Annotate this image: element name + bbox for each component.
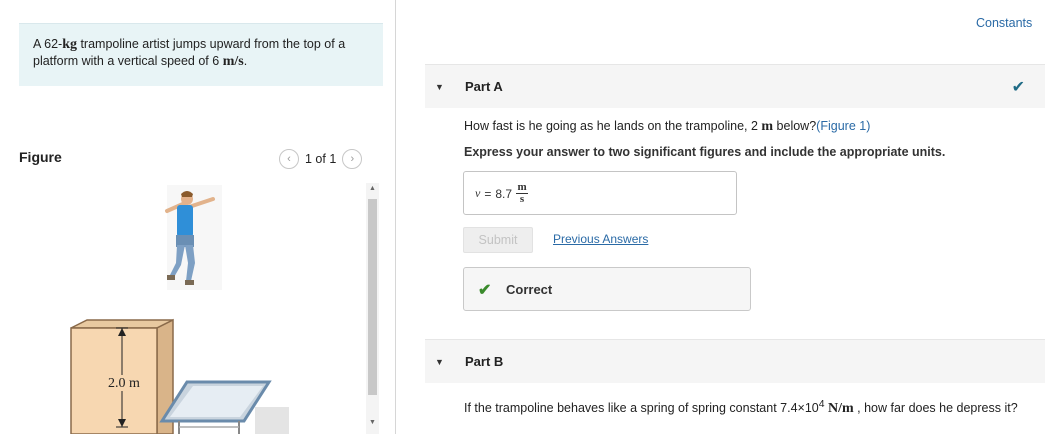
part-b-text-pre: If the trampoline behaves like a spring … xyxy=(464,401,819,416)
unit-numerator: m xyxy=(517,181,527,193)
pager-text: 1 of 1 xyxy=(305,152,337,166)
answer-field[interactable]: v = 8.7 m s xyxy=(463,171,737,215)
answer-unit: m s xyxy=(516,181,529,205)
previous-answers-link[interactable]: Previous Answers xyxy=(553,232,648,246)
figure-scrollbar[interactable]: ▲ ▼ xyxy=(366,183,379,434)
checkmark-icon: ✔ xyxy=(1011,79,1025,96)
part-b-unit: N/m xyxy=(828,401,854,417)
result-feedback: ✔ Correct xyxy=(463,267,751,311)
constants-link[interactable]: Constants xyxy=(976,16,1032,30)
submit-button[interactable]: Submit xyxy=(463,227,533,253)
answer-equals: = xyxy=(484,186,492,201)
part-a-question: How fast is he going as he lands on the … xyxy=(464,119,870,135)
panel-divider xyxy=(395,0,396,434)
part-b-text-post: , how far does he depress it? xyxy=(853,401,1018,416)
unit-denominator: s xyxy=(519,193,525,205)
chevron-left-icon: ‹ xyxy=(287,153,291,165)
problem-statement: A 62-kg trampoline artist jumps upward f… xyxy=(19,23,383,86)
jumper-figure xyxy=(165,185,222,290)
chevron-right-icon: › xyxy=(350,153,355,165)
figure-image: 2.0 m xyxy=(19,185,365,434)
part-a-header[interactable]: ▼ Part A ✔ xyxy=(425,64,1045,108)
part-b-header[interactable]: ▼ Part B xyxy=(425,339,1045,383)
answer-variable: v xyxy=(475,186,481,200)
problem-text-post: . xyxy=(243,54,248,68)
mass-unit: kg xyxy=(62,37,77,52)
part-a-title: Part A xyxy=(465,79,503,94)
speed-unit: m/s xyxy=(222,54,244,69)
problem-text-mid: trampoline artist jumps upward from the … xyxy=(33,37,346,68)
problem-text-pre: A 62- xyxy=(33,37,63,51)
scroll-up-icon[interactable]: ▲ xyxy=(366,185,379,192)
question-unit: m xyxy=(761,119,774,134)
answer-value: 8.7 xyxy=(495,186,513,201)
answer-instructions: Express your answer to two significant f… xyxy=(464,145,946,159)
question-text-mid: below? xyxy=(773,119,817,133)
correct-check-icon: ✔ xyxy=(478,282,492,299)
scroll-down-icon[interactable]: ▼ xyxy=(366,419,379,426)
result-text: Correct xyxy=(506,282,553,297)
figure-pager: ‹ 1 of 1 › xyxy=(279,149,363,169)
part-b-question: If the trampoline behaves like a spring … xyxy=(464,397,1044,417)
trampoline xyxy=(159,380,289,434)
collapse-triangle-icon[interactable]: ▼ xyxy=(435,357,444,367)
part-b-title: Part B xyxy=(465,354,504,369)
part-b-exponent: 4 xyxy=(818,399,825,410)
next-figure-button[interactable]: › xyxy=(342,149,363,169)
question-text-pre: How fast is he going as he lands on the … xyxy=(464,119,762,133)
figure-title: Figure xyxy=(19,149,62,165)
scrollbar-thumb[interactable] xyxy=(368,199,377,395)
trampoline-illustration: 2.0 m xyxy=(70,185,289,434)
collapse-triangle-icon[interactable]: ▼ xyxy=(435,82,444,92)
height-label: 2.0 m xyxy=(108,376,140,391)
prev-figure-button[interactable]: ‹ xyxy=(279,149,299,169)
figure-link[interactable]: (Figure 1) xyxy=(816,119,870,133)
